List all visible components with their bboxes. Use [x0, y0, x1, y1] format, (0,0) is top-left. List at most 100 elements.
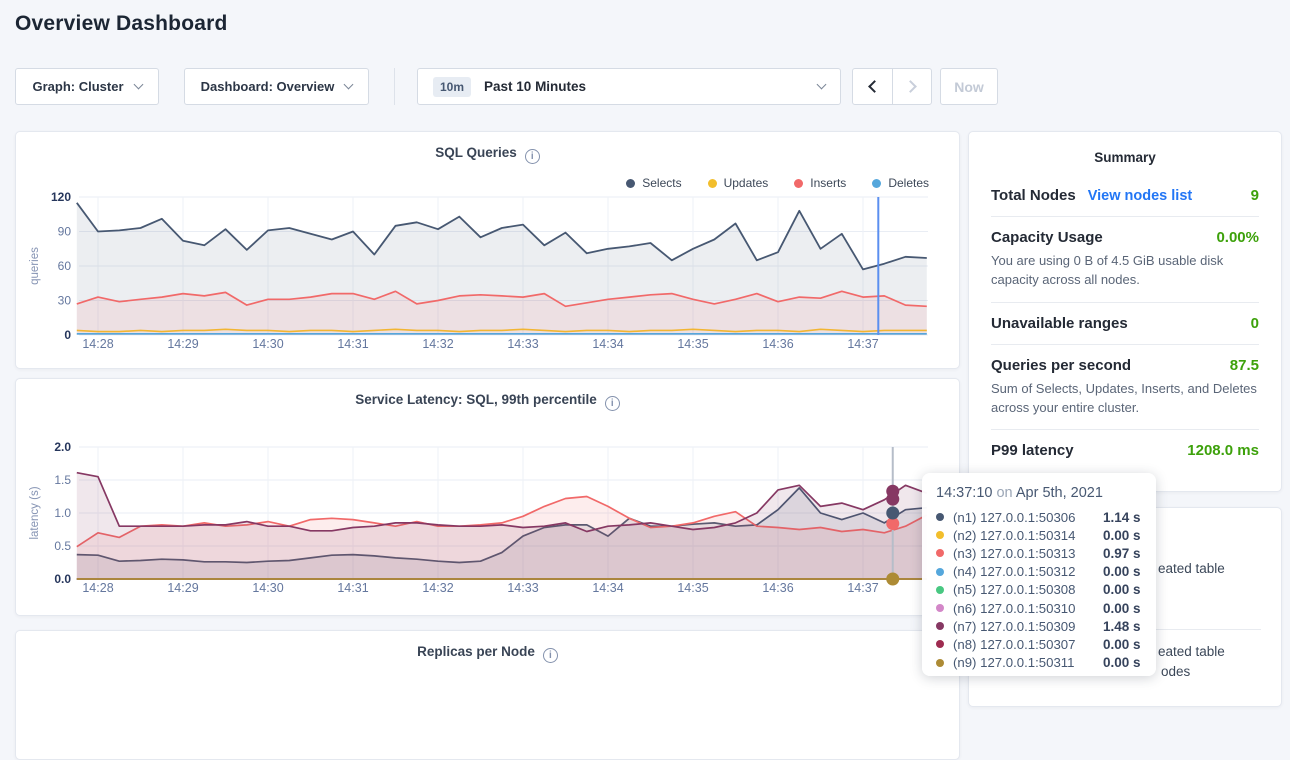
svg-text:14:33: 14:33 [507, 581, 538, 595]
graph-dropdown[interactable]: Graph: Cluster [15, 68, 159, 105]
svg-text:14:35: 14:35 [677, 581, 708, 595]
tooltip-node-row: (n7) 127.0.0.1:503091.48 s [936, 617, 1142, 635]
replicas-per-node-panel: Replicas per Node i [15, 630, 960, 760]
summary-value: 1208.0 ms [1187, 442, 1259, 459]
summary-title: Summary [991, 150, 1259, 165]
chart-title-text: Replicas per Node [417, 644, 535, 659]
now-button[interactable]: Now [940, 68, 998, 105]
node-address: (n5) 127.0.0.1:50308 [953, 582, 1103, 597]
tooltip-node-row: (n1) 127.0.0.1:503061.14 s [936, 508, 1142, 526]
svg-text:1.0: 1.0 [54, 506, 71, 520]
tooltip-date: Apr 5th, 2021 [1016, 485, 1103, 501]
info-icon[interactable]: i [543, 648, 558, 663]
graph-dropdown-label: Graph: Cluster [32, 79, 123, 94]
view-nodes-list-link[interactable]: View nodes list [1088, 188, 1193, 204]
prev-time-button[interactable] [853, 69, 892, 104]
summary-label: Capacity Usage [991, 229, 1103, 246]
node-address: (n4) 127.0.0.1:50312 [953, 564, 1103, 579]
summary-row-queries-per-second: Queries per second 87.5 Sum of Selects, … [991, 344, 1259, 430]
tooltip-connector: on [996, 485, 1012, 501]
svg-text:latency (s): latency (s) [29, 486, 41, 539]
node-latency-value: 0.00 s [1103, 655, 1141, 670]
node-latency-value: 0.00 s [1103, 528, 1141, 543]
svg-text:14:30: 14:30 [252, 581, 283, 595]
tooltip-node-row: (n3) 127.0.0.1:503130.97 s [936, 544, 1142, 562]
svg-text:14:31: 14:31 [337, 581, 368, 595]
summary-label: P99 latency [991, 442, 1074, 459]
dashboard-dropdown-label: Dashboard: Overview [201, 79, 335, 94]
tooltip-node-row: (n6) 127.0.0.1:503100.00 s [936, 599, 1142, 617]
node-address: (n3) 127.0.0.1:50313 [953, 546, 1103, 561]
tooltip-node-row: (n5) 127.0.0.1:503080.00 s [936, 581, 1142, 599]
time-range-label: Past 10 Minutes [484, 79, 807, 94]
node-address: (n9) 127.0.0.1:50311 [953, 655, 1103, 670]
tooltip-node-row: (n9) 127.0.0.1:503110.00 s [936, 654, 1142, 672]
summary-value: 0.00% [1216, 229, 1259, 246]
svg-text:14:37: 14:37 [847, 581, 878, 595]
time-range-picker[interactable]: 10m Past 10 Minutes [417, 68, 841, 105]
dashboard-dropdown[interactable]: Dashboard: Overview [184, 68, 369, 105]
node-color-dot [936, 568, 944, 576]
node-address: (n6) 127.0.0.1:50310 [953, 601, 1103, 616]
chart-hover-tooltip: 14:37:10 on Apr 5th, 2021 (n1) 127.0.0.1… [922, 473, 1156, 676]
summary-label: Unavailable ranges [991, 315, 1128, 332]
node-color-dot [936, 513, 944, 521]
summary-row-total-nodes: Total Nodes View nodes list 9 [991, 175, 1259, 216]
node-address: (n8) 127.0.0.1:50307 [953, 637, 1103, 652]
node-address: (n2) 127.0.0.1:50314 [953, 528, 1103, 543]
event-text-fragment: odes [1161, 664, 1190, 679]
sql-queries-chart[interactable]: 030609012014:2814:2914:3014:3114:3214:33… [16, 132, 961, 370]
summary-value: 9 [1251, 187, 1259, 204]
node-color-dot [936, 586, 944, 594]
svg-text:14:31: 14:31 [337, 337, 368, 351]
node-color-dot [936, 549, 944, 557]
svg-text:90: 90 [58, 225, 72, 239]
svg-text:2.0: 2.0 [54, 440, 71, 454]
svg-text:14:32: 14:32 [422, 581, 453, 595]
summary-label: Queries per second [991, 357, 1131, 374]
node-latency-value: 0.00 s [1103, 637, 1141, 652]
svg-text:14:35: 14:35 [677, 337, 708, 351]
tooltip-timestamp: 14:37:10 on Apr 5th, 2021 [936, 485, 1142, 501]
summary-value: 0 [1251, 315, 1259, 332]
node-latency-value: 0.00 s [1103, 601, 1141, 616]
summary-panel: Summary Total Nodes View nodes list 9 Ca… [968, 131, 1282, 492]
page-title: Overview Dashboard [15, 12, 228, 36]
summary-row-capacity-usage: Capacity Usage 0.00% You are using 0 B o… [991, 216, 1259, 302]
chevron-right-icon [904, 80, 917, 93]
chart-title: Replicas per Node i [16, 644, 959, 663]
svg-text:60: 60 [58, 259, 72, 273]
chevron-down-icon [817, 80, 827, 90]
svg-text:14:34: 14:34 [592, 337, 623, 351]
svg-text:14:29: 14:29 [167, 581, 198, 595]
summary-row-unavailable-ranges: Unavailable ranges 0 [991, 302, 1259, 344]
node-latency-value: 0.00 s [1103, 564, 1141, 579]
summary-label: Total Nodes [991, 187, 1076, 204]
svg-text:14:34: 14:34 [592, 581, 623, 595]
tooltip-time: 14:37:10 [936, 485, 992, 501]
time-pager [852, 68, 932, 105]
time-range-badge: 10m [433, 77, 471, 97]
node-color-dot [936, 640, 944, 648]
chevron-down-icon [133, 80, 143, 90]
node-address: (n1) 127.0.0.1:50306 [953, 510, 1103, 525]
node-latency-value: 1.48 s [1103, 619, 1141, 634]
summary-description: You are using 0 B of 4.5 GiB usable disk… [991, 252, 1259, 290]
event-text-fragment: eated table [1158, 561, 1225, 576]
svg-text:14:36: 14:36 [762, 337, 793, 351]
chevron-down-icon [344, 80, 354, 90]
sql-queries-panel: SQL Queriesi SelectsUpdatesInsertsDelete… [15, 131, 960, 369]
summary-value: 87.5 [1230, 357, 1259, 374]
node-color-dot [936, 531, 944, 539]
svg-text:14:32: 14:32 [422, 337, 453, 351]
svg-text:0: 0 [64, 328, 71, 342]
node-address: (n7) 127.0.0.1:50309 [953, 619, 1103, 634]
service-latency-chart[interactable]: 0.00.51.01.52.014:2814:2914:3014:3114:32… [16, 379, 961, 617]
tooltip-node-row: (n4) 127.0.0.1:503120.00 s [936, 563, 1142, 581]
toolbar-divider [394, 68, 395, 105]
svg-text:14:28: 14:28 [82, 337, 113, 351]
svg-text:0.5: 0.5 [54, 539, 71, 553]
svg-text:14:33: 14:33 [507, 337, 538, 351]
node-color-dot [936, 659, 944, 667]
next-time-button[interactable] [892, 69, 931, 104]
